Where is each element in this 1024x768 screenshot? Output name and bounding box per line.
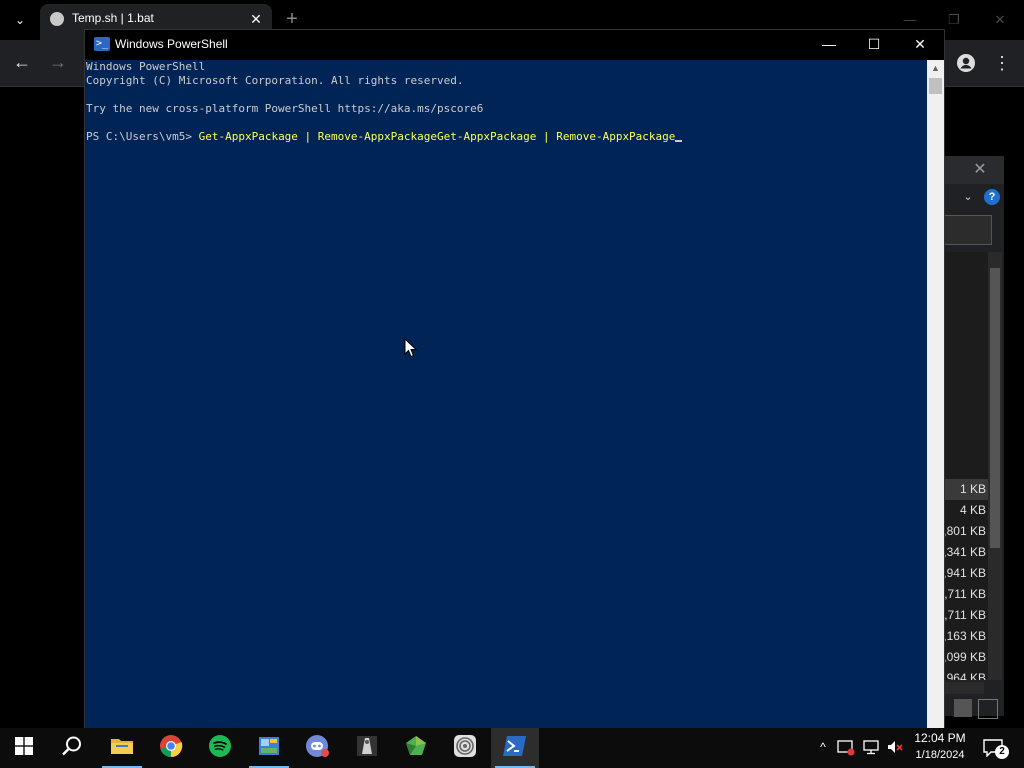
taskbar-app-green[interactable] [392,728,440,768]
notification-count-badge: 2 [995,745,1009,759]
close-button[interactable]: ✕ [897,30,943,58]
file-size: 1,964 KB [936,671,986,680]
text-cursor [675,140,683,142]
browser-menu-icon[interactable]: ⋮ [992,52,1012,74]
forward-button[interactable]: → [46,50,70,74]
help-icon[interactable]: ? [984,189,1000,205]
file-dialog-search-field[interactable] [944,215,992,245]
discord-icon [305,733,331,764]
network-icon[interactable] [862,738,880,756]
tab-title: Temp.sh | 1.bat [72,11,154,25]
tab-search-chevron-icon[interactable]: ⌄ [8,10,32,30]
maximize-button[interactable]: ☐ [851,30,897,58]
taskbar-chrome[interactable] [147,728,195,768]
show-hidden-icons-chevron-icon[interactable]: ^ [814,738,832,756]
profile-icon[interactable] [956,53,976,73]
file-size: 1,801 KB [936,524,986,538]
file-size: 0,711 KB [937,587,986,601]
file-dialog-close-icon[interactable]: ✕ [970,160,990,180]
chrome-icon [159,734,183,763]
back-button[interactable]: ← [10,50,34,74]
browser-minimize-button[interactable]: — [896,8,924,32]
command-line[interactable]: PS C:\Users\vm5> Get-AppxPackage | Remov… [86,130,683,144]
console-line: Try the new cross-platform PowerShell ht… [86,102,484,115]
clock-date[interactable]: 1/18/2024 [906,749,974,761]
file-size: 0,711 KB [937,608,986,622]
clock-time[interactable]: 12:04 PM [910,731,970,745]
mouse-pointer-icon [404,337,418,358]
app-icon [355,734,379,763]
file-size: 3,941 KB [936,566,986,580]
spotify-icon [208,734,232,763]
typed-command: Get-AppxPackage | Remove-AppxPackageGet-… [198,130,676,143]
console-prompt: PS C:\Users\vm5> [86,130,199,143]
taskbar-discord[interactable] [294,728,342,768]
taskbar-spotify[interactable] [196,728,244,768]
chevron-down-icon[interactable]: ⌄ [958,188,978,206]
minimize-button[interactable]: — [806,30,852,58]
volume-muted-icon[interactable] [886,738,904,756]
security-icon[interactable] [837,738,855,756]
details-view-icon[interactable] [954,699,972,717]
file-list-horizontal-scrollbar[interactable] [944,682,984,694]
browser-restore-button[interactable]: ❐ [940,8,968,32]
notifications-button[interactable]: 2 [980,736,1010,760]
taskbar-powershell[interactable] [491,728,539,768]
search-icon [61,735,83,762]
search-button[interactable] [48,728,96,768]
console-scroll-thumb[interactable] [929,78,942,94]
powershell-icon [503,735,527,762]
powershell-icon: >_ [94,37,110,51]
file-size: 3,099 KB [936,650,986,664]
preview-view-icon[interactable] [978,699,998,719]
taskbar-app-dark[interactable] [343,728,391,768]
taskbar-app-swirl[interactable] [441,728,489,768]
window-title: Windows PowerShell [115,37,228,51]
scroll-up-icon[interactable]: ▲ [927,60,944,76]
file-size: 1 KB [959,482,986,496]
folder-icon [110,736,134,761]
taskbar-control-panel[interactable] [245,728,293,768]
file-list-scroll-thumb[interactable] [990,268,1000,548]
control-panel-icon [257,734,281,763]
console-line: Windows PowerShell [86,60,206,73]
browser-close-button[interactable]: ✕ [986,8,1014,32]
tab-favicon-icon [50,12,64,26]
console-scrollbar[interactable] [927,60,944,728]
taskbar-file-explorer[interactable] [98,728,146,768]
tab-close-icon[interactable]: ✕ [248,10,264,28]
windows-logo-icon [15,736,33,760]
console-line: Copyright (C) Microsoft Corporation. All… [86,74,464,87]
gem-icon [404,734,428,763]
file-size: 4 KB [959,503,986,517]
file-size: 5,163 KB [936,629,986,643]
new-tab-button[interactable]: + [282,8,302,30]
swirl-icon [453,734,477,763]
console-output[interactable] [85,60,927,728]
file-size: 3,341 KB [936,545,986,559]
start-button[interactable] [0,728,48,768]
